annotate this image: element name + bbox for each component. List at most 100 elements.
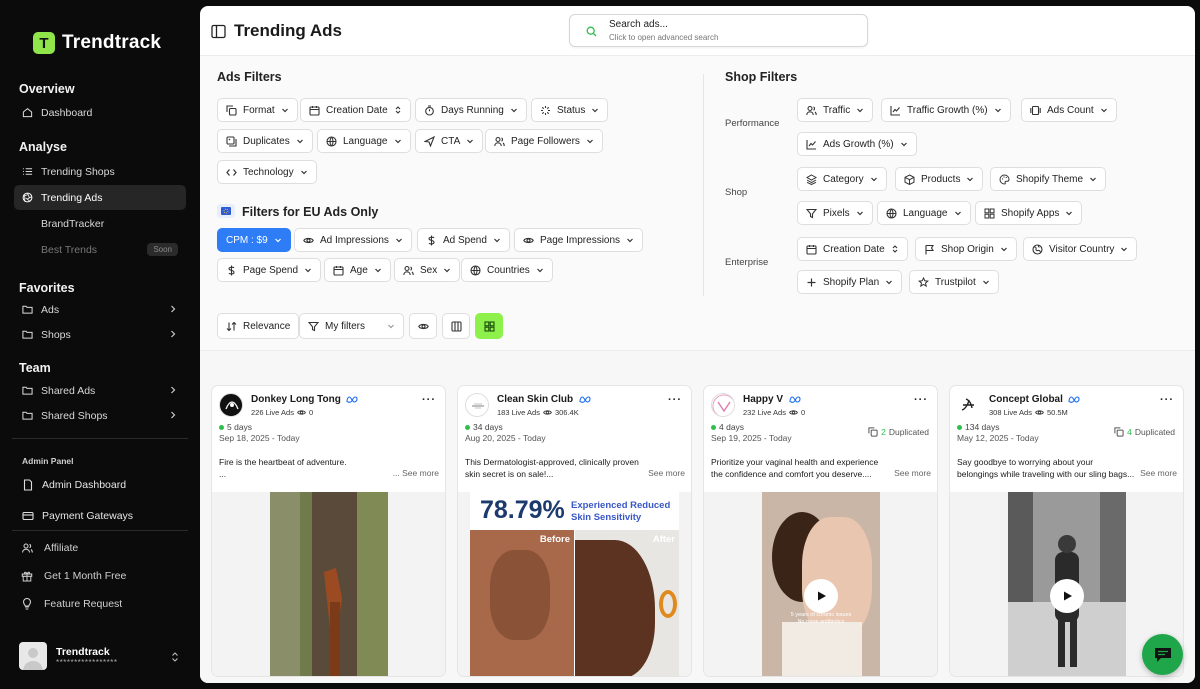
section-team: Team (19, 361, 51, 375)
filter-page-spend[interactable]: Page Spend (217, 258, 322, 282)
folder-icon (22, 305, 33, 314)
filter-duplicates[interactable]: Duplicates (217, 129, 313, 153)
chip-label: Products (921, 173, 961, 185)
filter-days-running[interactable]: Days Running (415, 98, 527, 122)
filter-language[interactable]: Language (317, 129, 411, 153)
chevron-down-icon (467, 139, 474, 144)
filter-traffic-growth[interactable]: Traffic Growth (%) (881, 98, 1011, 122)
chevron-down-icon (536, 268, 543, 273)
filter-ads-growth[interactable]: Ads Growth (%) (797, 132, 917, 156)
chevrons-up-down-icon[interactable] (170, 651, 180, 663)
get-free-month-link[interactable]: Get 1 Month Free (21, 570, 126, 582)
loader-icon (541, 105, 550, 115)
duplicated-badge[interactable]: 4 Duplicated (1114, 427, 1175, 437)
date-range: Sep 19, 2025 - Today (711, 433, 792, 443)
sidebar-item-dashboard[interactable]: Dashboard (14, 100, 186, 125)
divider (12, 438, 188, 439)
filter-technology[interactable]: Technology (217, 160, 317, 184)
ad-media[interactable]: 5 years of chronic issues No more antibi… (704, 492, 937, 676)
chip-label: Shop Origin (941, 243, 994, 255)
filters-panel: Ads Filters Format Creation Date Days Ru… (200, 56, 1195, 351)
filter-traffic[interactable]: Traffic (797, 98, 874, 122)
filter-format[interactable]: Format (217, 98, 298, 122)
chat-support-button[interactable] (1142, 634, 1183, 675)
sidebar-item-label: Best Trends (41, 243, 98, 256)
duplicated-count: 4 (1127, 427, 1132, 437)
filter-category[interactable]: Category (797, 167, 887, 191)
chevron-down-icon (1000, 247, 1007, 252)
filter-ad-spend[interactable]: Ad Spend (417, 228, 510, 252)
filter-shop-origin[interactable]: Shop Origin (915, 237, 1017, 261)
chevron-down-icon (510, 108, 517, 113)
filter-page-impressions[interactable]: Page Impressions (514, 228, 644, 252)
filter-shop-creation-date[interactable]: Creation Date (797, 237, 908, 261)
admin-dashboard-link[interactable]: Admin Dashboard (22, 479, 126, 491)
search-placeholder: Search ads... (609, 19, 668, 30)
grid-view-button[interactable] (475, 313, 503, 339)
filter-sex[interactable]: Sex (394, 258, 461, 282)
see-more-link[interactable]: See more (648, 468, 685, 478)
sidebar-item-trending-ads[interactable]: Trending Ads (14, 185, 186, 210)
filter-visitor-country[interactable]: Visitor Country (1023, 237, 1138, 261)
filter-trustpilot[interactable]: Trustpilot (909, 270, 999, 294)
user-email: ***************** (56, 657, 118, 667)
filter-ad-impressions[interactable]: Ad Impressions (294, 228, 412, 252)
filter-products[interactable]: Products (895, 167, 984, 191)
duplicated-badge[interactable]: 2 Duplicated (868, 427, 929, 437)
see-more-link[interactable]: See more (894, 468, 931, 478)
sidebar-item-label: Shared Shops (41, 409, 108, 422)
shop-label: Shop (725, 187, 748, 198)
extra-item-label: Feature Request (44, 598, 123, 610)
eu-filters-title: Filters for EU Ads Only (242, 205, 379, 219)
feature-request-link[interactable]: Feature Request (21, 598, 122, 610)
sidebar-item-shared-shops[interactable]: Shared Shops (14, 403, 186, 428)
sidebar-item-trending-shops[interactable]: Trending Shops (14, 159, 186, 184)
filter-creation-date[interactable]: Creation Date (300, 98, 411, 122)
filter-age[interactable]: Age (324, 258, 391, 282)
sidebar-toggle-icon[interactable] (211, 24, 226, 39)
sort-relevance-button[interactable]: Relevance (217, 313, 300, 339)
filter-ads-count[interactable]: Ads Count (1021, 98, 1117, 122)
see-more-link[interactable]: See more (1140, 468, 1177, 478)
sidebar-item-brandtracker[interactable]: BrandTracker (14, 211, 186, 236)
filter-cta[interactable]: CTA (415, 129, 484, 153)
more-options-icon[interactable]: ··· (422, 394, 436, 406)
ad-media[interactable]: 78.79% Experienced Reduced Skin Sensitiv… (458, 492, 691, 676)
filter-status[interactable]: Status (531, 98, 609, 122)
sidebar-item-shared-ads[interactable]: Shared Ads (14, 378, 186, 403)
see-more-link[interactable]: ... See more (393, 468, 439, 478)
ad-card[interactable]: Donkey Long Tong 226 Live Ads 0 ··· 5 da… (211, 385, 446, 677)
filter-shopify-theme[interactable]: Shopify Theme (990, 167, 1107, 191)
payment-gateways-link[interactable]: Payment Gateways (22, 510, 133, 522)
columns-view-button[interactable] (442, 313, 470, 339)
before-photo: Before (470, 530, 574, 676)
filter-page-followers[interactable]: Page Followers (485, 129, 603, 153)
filter-shop-language[interactable]: Language (877, 201, 971, 225)
brand-logo[interactable]: T Trendtrack (33, 32, 161, 54)
play-button[interactable] (1050, 579, 1084, 613)
user-menu[interactable]: Trendtrack ***************** (19, 642, 117, 670)
ad-card[interactable]: Concept Global 308 Live Ads 50.5M ··· 13… (949, 385, 1184, 677)
affiliate-link[interactable]: Affiliate (21, 542, 78, 554)
columns-icon (450, 320, 462, 332)
folder-icon (22, 386, 33, 395)
toggle-visibility-button[interactable] (409, 313, 437, 339)
search-input[interactable]: Search ads... Click to open advanced sea… (569, 14, 868, 47)
sidebar-item-label: Trending Ads (41, 191, 103, 204)
sidebar-item-fav-shops[interactable]: Shops (14, 322, 186, 347)
sidebar-item-fav-ads[interactable]: Ads (14, 297, 186, 322)
ad-card[interactable]: Happy V 232 Live Ads 0 ··· 4 days Sep 19… (703, 385, 938, 677)
filter-countries[interactable]: Countries (461, 258, 553, 282)
more-options-icon[interactable]: ··· (668, 394, 682, 406)
ad-media[interactable] (212, 492, 445, 676)
filter-shopify-plan[interactable]: Shopify Plan (797, 270, 903, 294)
filter-cpm[interactable]: CPM : $9 (217, 228, 291, 252)
filter-pixels[interactable]: Pixels (797, 201, 873, 225)
my-filters-dropdown[interactable]: My filters (299, 313, 404, 339)
more-options-icon[interactable]: ··· (914, 394, 928, 406)
more-options-icon[interactable]: ··· (1160, 394, 1174, 406)
filter-shopify-apps[interactable]: Shopify Apps (975, 201, 1083, 225)
ad-card[interactable]: Clean Skin Club 183 Live Ads 306.4K ··· … (457, 385, 692, 677)
media-stat: 78.79% (480, 496, 565, 524)
play-button[interactable] (804, 579, 838, 613)
